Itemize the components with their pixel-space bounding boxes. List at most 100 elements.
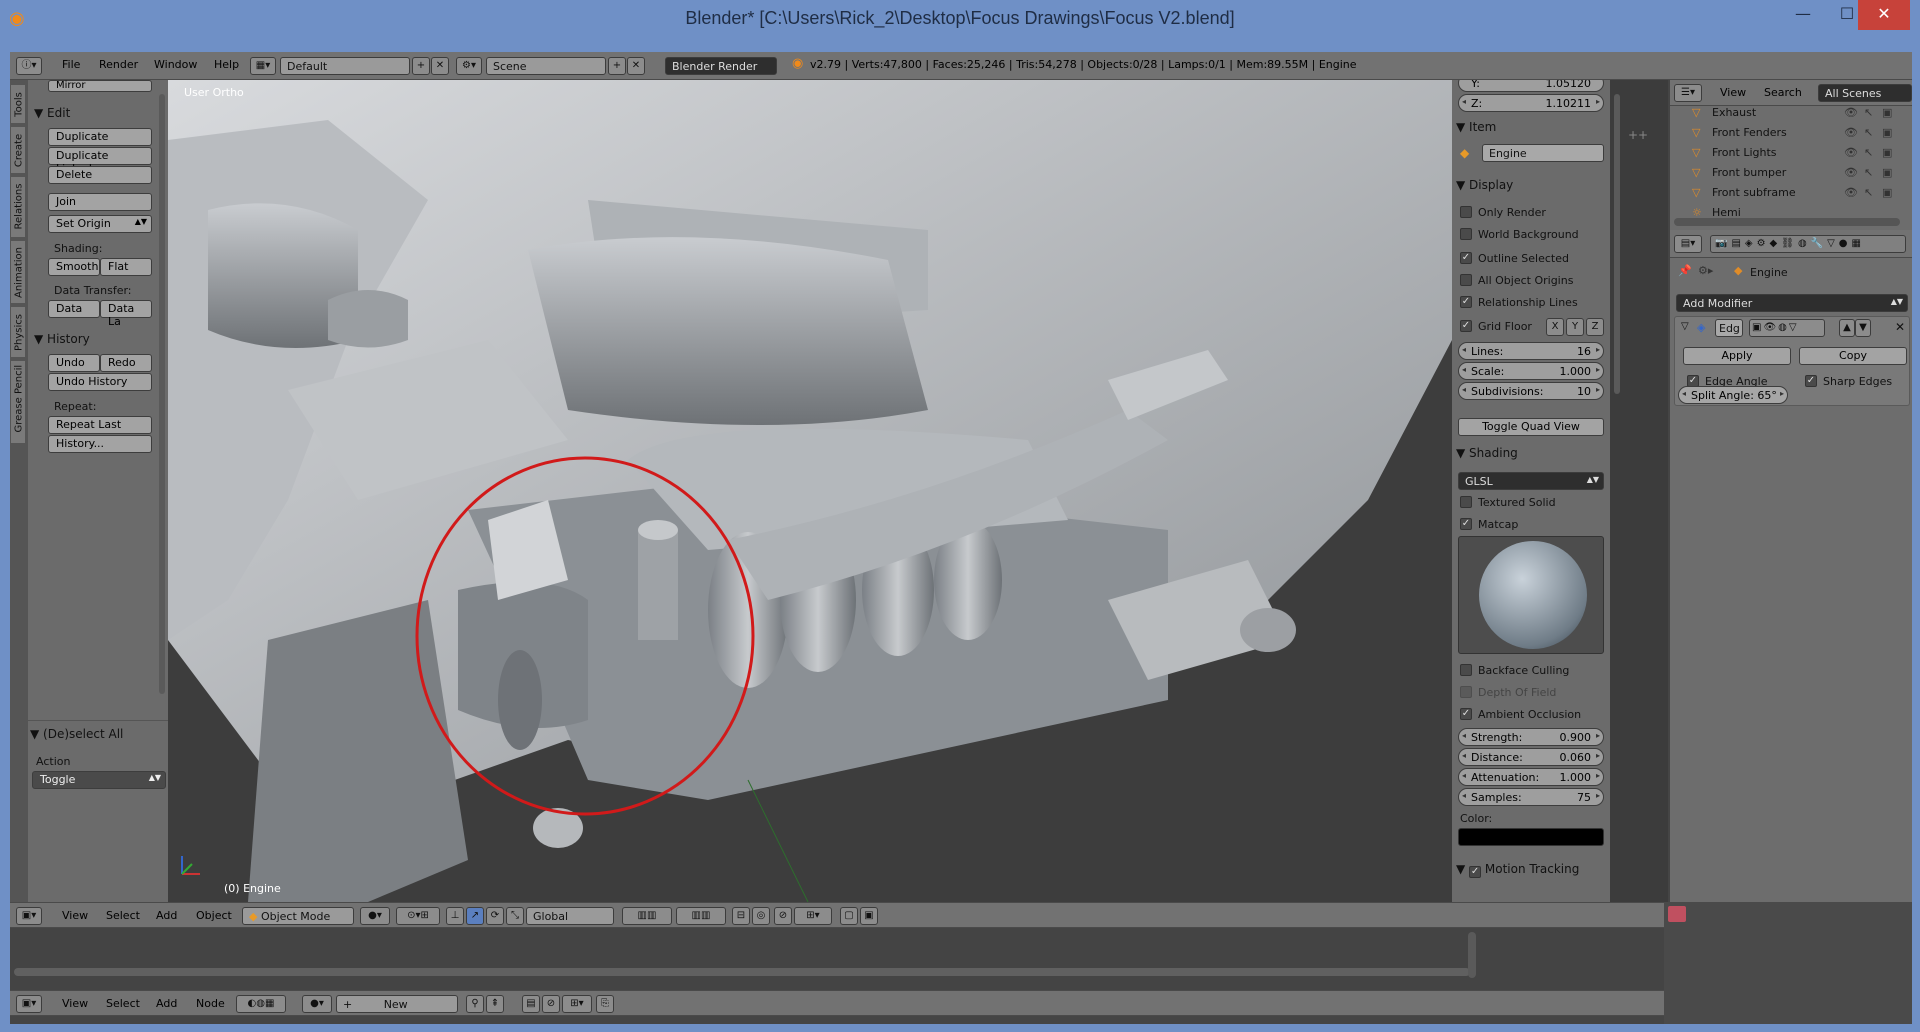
grid-lines-field[interactable]: ◂ Lines: 16 ▸ <box>1458 342 1604 360</box>
editor-type-properties-icon[interactable]: ▤▾ <box>1674 235 1702 253</box>
mirror-button[interactable]: Mirror <box>48 80 152 92</box>
menu-help[interactable]: Help <box>214 58 239 71</box>
grid-axis-z-button[interactable]: Z <box>1586 318 1604 336</box>
apply-modifier-button[interactable]: Apply <box>1683 347 1791 365</box>
set-origin-dropdown[interactable]: Set Origin ▲▼ <box>48 215 152 233</box>
ao-distance-field[interactable]: ◂ Distance: 0.060 ▸ <box>1458 748 1604 766</box>
shading-mode-dropdown[interactable]: GLSL ▲▼ <box>1458 472 1604 490</box>
snap-element-node-icon[interactable]: ⊞▾ <box>562 995 592 1013</box>
grid-subdivisions-field[interactable]: ◂ Subdivisions: 10 ▸ <box>1458 382 1604 400</box>
opengl-render-icon[interactable]: ▢ <box>840 907 858 925</box>
tab-physics[interactable]: Physics <box>10 306 26 358</box>
visibility-eye-icon[interactable]: 👁 <box>1844 166 1858 179</box>
split-plus-icon-2[interactable]: + <box>1628 128 1638 142</box>
orientation-dropdown[interactable]: Global <box>526 907 614 925</box>
outliner-menu-view[interactable]: View <box>1720 86 1746 99</box>
redo-button[interactable]: Redo <box>100 354 152 372</box>
material-slot-icon[interactable]: ●▾ <box>302 995 332 1013</box>
visibility-eye-icon[interactable]: 👁 <box>1844 106 1858 119</box>
ao-strength-field[interactable]: ◂ Strength: 0.900 ▸ <box>1458 728 1604 746</box>
node-menu-select[interactable]: Select <box>106 997 140 1010</box>
grid-axis-x-button[interactable]: X <box>1546 318 1564 336</box>
viewport-shading-icon[interactable]: ●▾ <box>360 907 390 925</box>
screen-layout-field[interactable]: Default <box>280 57 410 75</box>
view3d-menu-view[interactable]: View <box>62 909 88 922</box>
node-menu-node[interactable]: Node <box>196 997 225 1010</box>
menu-render[interactable]: Render <box>99 58 138 71</box>
render-camera-icon[interactable]: ▣ <box>1882 126 1892 139</box>
undo-button[interactable]: Undo <box>48 354 100 372</box>
object-mode-dropdown[interactable]: ◆ Object Mode <box>242 907 354 925</box>
scene-field[interactable]: Scene <box>486 57 606 75</box>
properties-context-tabs[interactable]: 📷▤◈⚙◆⛓◍🔧▽●▦ <box>1710 235 1906 253</box>
item-section-title[interactable]: ▼ Item <box>1456 120 1496 134</box>
history-section-title[interactable]: ▼ History <box>34 332 90 346</box>
modifier-display-toggles[interactable]: ▣👁◍▽ <box>1749 319 1825 337</box>
node-copy-icon[interactable]: ⎘ <box>596 995 614 1013</box>
render-camera-icon[interactable]: ▣ <box>1882 186 1892 199</box>
properties-editor-icon[interactable] <box>1668 906 1686 922</box>
ao-attenuation-field[interactable]: ◂ Attenuation: 1.000 ▸ <box>1458 768 1604 786</box>
node-link-icon[interactable]: ⚲ <box>466 995 484 1013</box>
depth-of-field-checkbox[interactable] <box>1460 686 1472 698</box>
selectable-arrow-icon[interactable]: ↖ <box>1864 186 1873 199</box>
node-menu-add[interactable]: Add <box>156 997 177 1010</box>
timeline-scrollbar[interactable] <box>14 968 1470 976</box>
scene-icon[interactable]: ⚙▾ <box>456 57 482 75</box>
split-plus-icon[interactable]: + <box>1638 128 1648 142</box>
editor-type-3d-icon[interactable]: ▣▾ <box>16 907 42 925</box>
repeat-last-button[interactable]: Repeat Last <box>48 416 152 434</box>
layers-group-1-icon[interactable]: ▥▥ <box>622 907 672 925</box>
menu-file[interactable]: File <box>62 58 80 71</box>
visibility-eye-icon[interactable]: 👁 <box>1844 186 1858 199</box>
pivot-point-icon[interactable]: ⊙▾⊞ <box>396 907 440 925</box>
smooth-button[interactable]: Smooth <box>48 258 100 276</box>
join-button[interactable]: Join <box>48 193 152 211</box>
move-up-icon[interactable]: ▲ <box>1839 319 1855 337</box>
backdrop-icon[interactable]: ▤ <box>522 995 540 1013</box>
flat-button[interactable]: Flat <box>100 258 152 276</box>
scale-icon[interactable]: ⤡ <box>506 907 524 925</box>
remove-modifier-icon[interactable]: ✕ <box>1895 320 1905 334</box>
outliner-row-exhaust[interactable]: ▽ Exhaust 👁 ↖ ▣ <box>1670 106 1912 122</box>
visibility-eye-icon[interactable]: 👁 <box>1844 146 1858 159</box>
proportional-edit-icon[interactable]: ◎ <box>752 907 770 925</box>
screen-layout-icon[interactable]: ▦▾ <box>250 57 276 75</box>
remove-scene-icon[interactable]: ✕ <box>627 57 645 75</box>
snap-icon[interactable]: ⊘ <box>774 907 792 925</box>
collapse-arrow-icon[interactable]: ▽ <box>1681 321 1689 332</box>
outliner-row-front-bumper[interactable]: ▽ Front bumper 👁 ↖ ▣ <box>1670 166 1912 182</box>
only-render-checkbox[interactable] <box>1460 206 1472 218</box>
selectable-arrow-icon[interactable]: ↖ <box>1864 166 1873 179</box>
data-layout-button[interactable]: Data La <box>100 300 152 328</box>
toggle-quad-view-button[interactable]: Toggle Quad View <box>1458 418 1604 436</box>
editor-type-info-icon[interactable]: ⓘ▾ <box>16 57 42 75</box>
grid-scale-field[interactable]: ◂ Scale: 1.000 ▸ <box>1458 362 1604 380</box>
add-modifier-dropdown[interactable]: Add Modifier ▲▼ <box>1676 294 1908 312</box>
manipulator-icon[interactable]: ⊥ <box>446 907 464 925</box>
outliner-row-front-fenders[interactable]: ▽ Front Fenders 👁 ↖ ▣ <box>1670 126 1912 142</box>
outliner-hscroll[interactable] <box>1674 218 1900 226</box>
outliner-menu-search[interactable]: Search <box>1764 86 1802 99</box>
motion-tracking-section-title[interactable]: ▼ ✓ Motion Tracking <box>1456 862 1579 878</box>
view3d-menu-select[interactable]: Select <box>106 909 140 922</box>
snap-node-icon[interactable]: ⊘ <box>542 995 560 1013</box>
render-camera-icon[interactable]: ▣ <box>1882 106 1892 119</box>
copy-modifier-button[interactable]: Copy <box>1799 347 1907 365</box>
timeline-vscroll[interactable] <box>1468 932 1476 978</box>
opengl-anim-icon[interactable]: ▣ <box>860 907 878 925</box>
outliner-row-front-subframe[interactable]: ▽ Front subframe 👁 ↖ ▣ <box>1670 186 1912 202</box>
translate-icon[interactable]: ↗ <box>466 907 484 925</box>
ao-samples-field[interactable]: ◂ Samples: 75 ▸ <box>1458 788 1604 806</box>
history-menu-button[interactable]: History... <box>48 435 152 453</box>
visibility-eye-icon[interactable]: 👁 <box>1844 126 1858 139</box>
node-tree-type-icon[interactable]: ◐◍▦ <box>236 995 286 1013</box>
close-icon[interactable]: ✕ <box>1858 0 1910 30</box>
delete-button[interactable]: Delete <box>48 166 152 184</box>
duplicate-button[interactable]: Duplicate <box>48 128 152 146</box>
node-menu-view[interactable]: View <box>62 997 88 1010</box>
action-dropdown[interactable]: Toggle ▲▼ <box>32 771 166 789</box>
grid-floor-checkbox[interactable]: ✓ <box>1460 320 1472 332</box>
add-layout-icon[interactable]: + <box>412 57 430 75</box>
tool-shelf-scrollbar[interactable] <box>159 94 165 694</box>
